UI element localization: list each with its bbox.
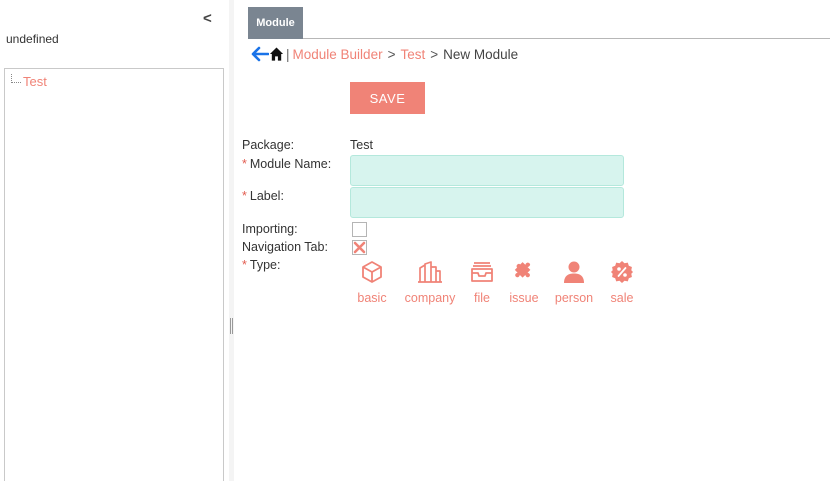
module-tree: Test xyxy=(4,68,224,481)
tree-connector xyxy=(11,73,21,83)
module-name-label-text: Module Name: xyxy=(249,157,332,171)
type-label: * Type: xyxy=(242,258,280,272)
person-icon xyxy=(561,259,587,285)
inbox-tray-icon xyxy=(469,259,495,285)
back-arrow-icon[interactable] xyxy=(251,46,269,62)
tree-item: Test xyxy=(11,73,47,89)
tab-strip: Module xyxy=(248,6,830,39)
puzzle-icon xyxy=(511,259,537,285)
label-field-label: * Label: xyxy=(242,189,284,203)
home-icon[interactable] xyxy=(269,46,284,62)
breadcrumb-current: New Module xyxy=(443,46,519,62)
main-content: Module | Module Builder > Test > New Mod… xyxy=(234,0,830,481)
type-option-issue[interactable]: issue xyxy=(507,259,541,305)
type-option-label: sale xyxy=(610,291,634,305)
collapse-sidebar-button[interactable]: < xyxy=(203,11,215,27)
required-marker: * xyxy=(242,189,247,203)
type-option-label: file xyxy=(474,291,490,305)
package-label: Package: xyxy=(242,138,295,152)
save-button[interactable]: SAVE xyxy=(350,82,425,114)
breadcrumb-separator: > xyxy=(387,46,396,62)
importing-label: Importing: xyxy=(242,222,298,236)
tab-module[interactable]: Module xyxy=(248,7,303,39)
breadcrumb-separator: > xyxy=(430,46,439,62)
splitter-handle[interactable] xyxy=(230,318,233,334)
package-value: Test xyxy=(350,138,373,152)
buildings-icon xyxy=(417,259,443,285)
breadcrumb-module-builder-link[interactable]: Module Builder xyxy=(293,47,383,62)
left-panel: < undefined Test xyxy=(0,0,229,481)
module-name-label: * Module Name: xyxy=(242,157,331,171)
breadcrumb-pipe: | xyxy=(286,46,290,62)
navigation-tab-label: Navigation Tab: xyxy=(242,240,328,254)
label-field-label-text: Label: xyxy=(249,189,284,203)
type-option-label: basic xyxy=(357,291,387,305)
sidebar-title: undefined xyxy=(6,32,59,46)
tree-item-test-link[interactable]: Test xyxy=(23,74,47,89)
label-input[interactable] xyxy=(350,187,624,218)
type-option-sale[interactable]: sale xyxy=(608,259,636,305)
type-option-label: person xyxy=(554,291,594,305)
navigation-tab-checkbox[interactable] xyxy=(352,240,367,255)
required-marker: * xyxy=(242,258,247,272)
type-option-person[interactable]: person xyxy=(552,259,596,305)
breadcrumb-test-link[interactable]: Test xyxy=(400,47,425,62)
type-option-basic[interactable]: basic xyxy=(354,259,390,305)
cube-icon xyxy=(359,259,385,285)
percent-badge-icon xyxy=(609,259,635,285)
type-option-company[interactable]: company xyxy=(402,259,458,305)
importing-checkbox[interactable] xyxy=(352,222,367,237)
type-option-file[interactable]: file xyxy=(468,259,496,305)
type-option-label: company xyxy=(404,291,456,305)
type-label-text: Type: xyxy=(249,258,281,272)
required-marker: * xyxy=(242,157,247,171)
checkmark-x-icon xyxy=(353,241,366,254)
module-name-input[interactable] xyxy=(350,155,624,186)
breadcrumb: | Module Builder > Test > New Module xyxy=(251,45,518,63)
type-option-label: issue xyxy=(509,291,539,305)
